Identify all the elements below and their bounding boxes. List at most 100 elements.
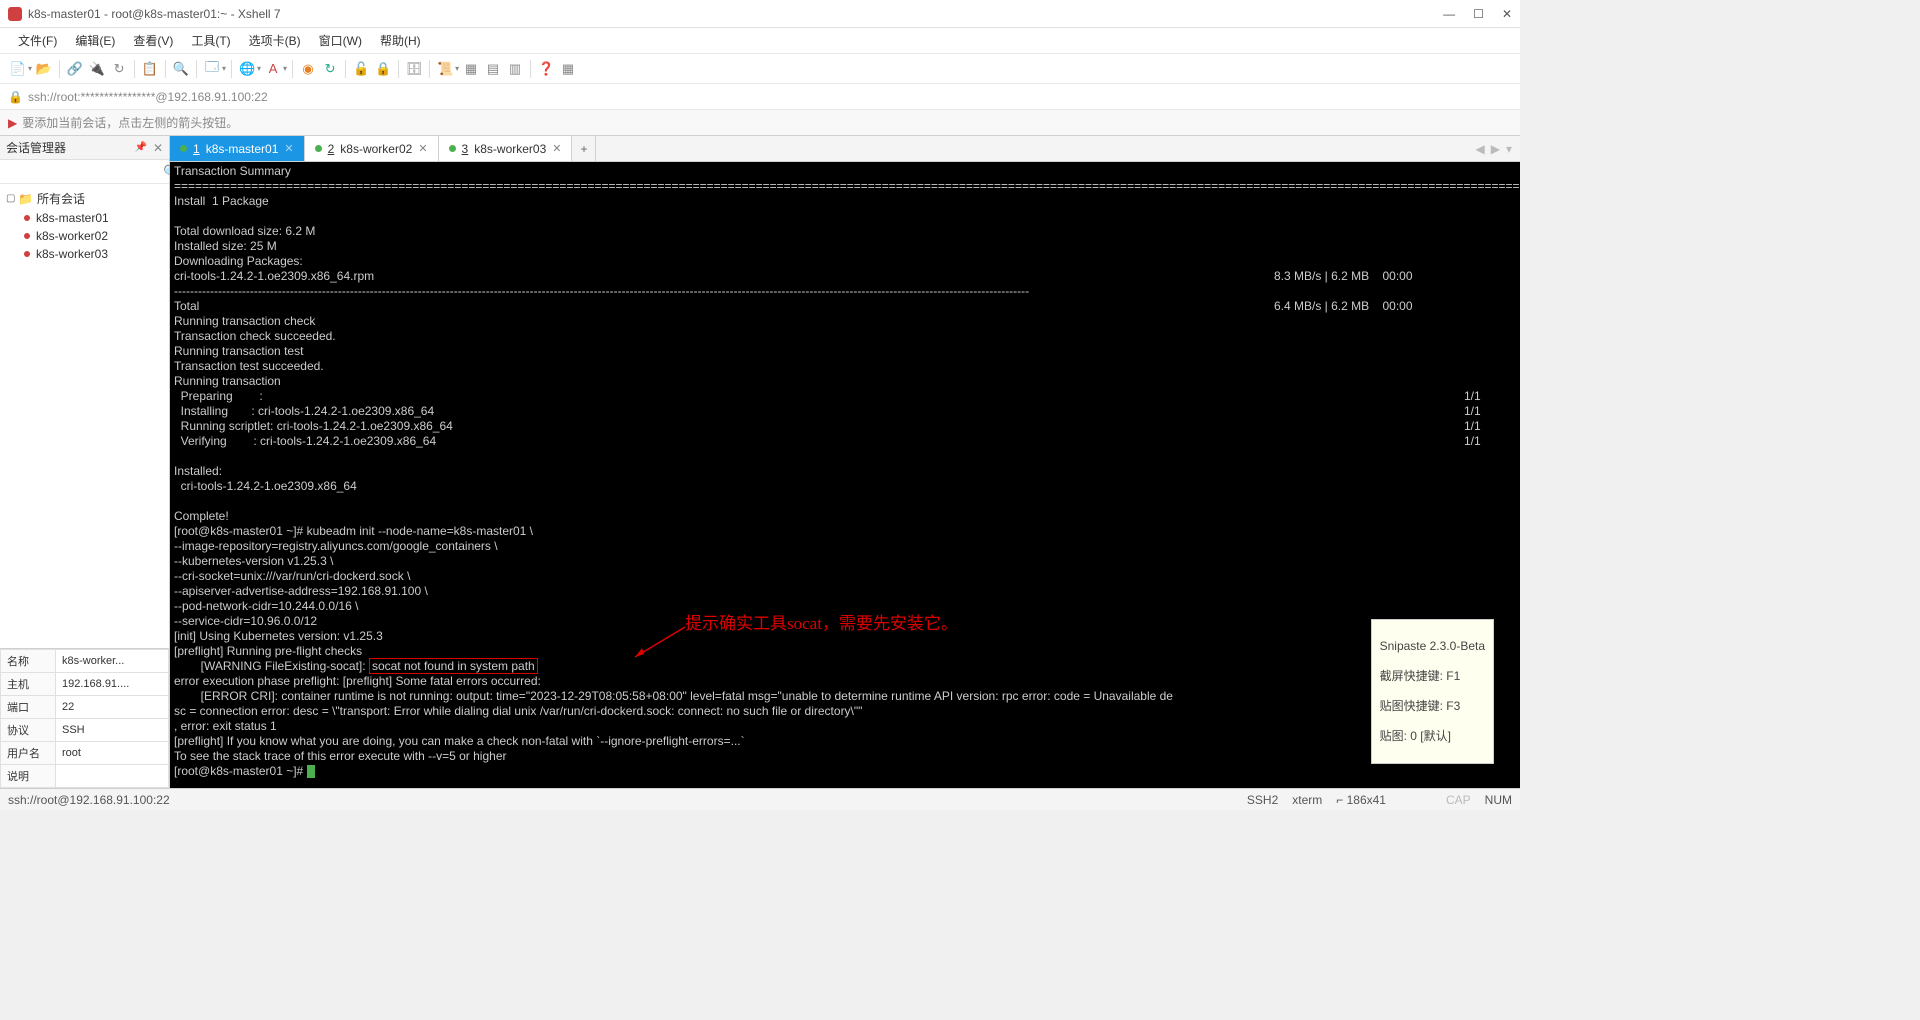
prop-row: 端口22	[1, 696, 169, 719]
refresh-icon[interactable]: ↻	[320, 59, 340, 79]
new-session-dd[interactable]: ▾	[28, 64, 32, 73]
menu-tabs[interactable]: 选项卡(B)	[241, 30, 309, 51]
term-line: cri-tools-1.24.2-1.oe2309.x86_64.rpm	[174, 269, 1274, 284]
hint-text: 要添加当前会话，点击左侧的箭头按钮。	[22, 114, 238, 131]
tab-worker03[interactable]: 3k8s-worker03✕	[439, 136, 573, 161]
server-icon[interactable]: 🗄	[404, 59, 424, 79]
globe-dd[interactable]: ▾	[257, 64, 261, 73]
font-icon[interactable]: A	[263, 59, 283, 79]
tab-label: k8s-worker02	[340, 142, 412, 156]
tab-num: 1	[193, 142, 200, 156]
cascade-icon[interactable]: ▦	[461, 59, 481, 79]
term-line: [ERROR CRI]: container runtime is not ru…	[174, 689, 1173, 703]
script-dd[interactable]: ▾	[455, 64, 459, 73]
term-line: 1/1	[1464, 419, 1481, 433]
term-line: [WARNING FileExisting-socat]:	[174, 659, 369, 673]
tile-v-icon[interactable]: ▥	[505, 59, 525, 79]
terminal[interactable]: Transaction Summary ====================…	[170, 162, 1520, 788]
new-session-icon[interactable]: 📄	[8, 59, 28, 79]
tooltip-line: Snipaste 2.3.0-Beta	[1380, 639, 1485, 654]
disconnect-icon[interactable]: 🔌	[87, 59, 107, 79]
term-line: Verifying : cri-tools-1.24.2-1.oe2309.x8…	[174, 434, 1464, 449]
menu-view[interactable]: 查看(V)	[125, 30, 181, 51]
annotation-arrow-icon	[630, 622, 690, 662]
menu-help[interactable]: 帮助(H)	[372, 30, 429, 51]
tab-add-button[interactable]: +	[572, 136, 596, 161]
maximize-button[interactable]: ☐	[1473, 7, 1484, 21]
status-num: NUM	[1485, 793, 1512, 807]
menubar: 文件(F) 编辑(E) 查看(V) 工具(T) 选项卡(B) 窗口(W) 帮助(…	[0, 28, 1520, 54]
lock-icon[interactable]: 🔒	[373, 59, 393, 79]
term-line: To see the stack trace of this error exe…	[174, 749, 506, 763]
term-line: --kubernetes-version v1.25.3 \	[174, 554, 333, 568]
tab-next-icon[interactable]: ▶	[1491, 142, 1500, 156]
tab-master01[interactable]: 1 k8s-master01 ✕	[170, 136, 305, 161]
session-dot-icon	[24, 233, 30, 239]
prop-val	[56, 765, 169, 788]
menu-tools[interactable]: 工具(T)	[183, 30, 238, 51]
status-dot-icon	[180, 145, 187, 152]
search-input[interactable]	[4, 163, 163, 181]
tab-close-icon[interactable]: ✕	[552, 142, 561, 155]
term-line: Transaction test succeeded.	[174, 359, 324, 373]
tile-h-icon[interactable]: ▤	[483, 59, 503, 79]
term-line: [root@k8s-master01 ~]# kubeadm init --no…	[174, 524, 533, 538]
term-line: Running transaction test	[174, 344, 303, 358]
term-line: Total	[174, 299, 1274, 314]
tab-close-icon[interactable]: ✕	[284, 142, 293, 155]
menu-window[interactable]: 窗口(W)	[311, 30, 370, 51]
menu-file[interactable]: 文件(F)	[10, 30, 65, 51]
term-line: Complete!	[174, 509, 229, 523]
tab-prev-icon[interactable]: ◀	[1476, 142, 1485, 156]
properties-dd[interactable]: ▾	[222, 64, 226, 73]
pin-icon[interactable]: 📌	[134, 142, 146, 153]
globe-icon[interactable]: 🌐	[237, 59, 257, 79]
connect-icon[interactable]: 🔗	[65, 59, 85, 79]
reconnect-icon[interactable]: ↻	[109, 59, 129, 79]
tab-close-icon[interactable]: ✕	[418, 142, 427, 155]
term-line: 1/1	[1464, 389, 1481, 403]
prop-key: 端口	[1, 696, 56, 719]
prop-val: 192.168.91....	[56, 673, 169, 696]
script-icon[interactable]: 📜	[435, 59, 455, 79]
session-label: k8s-worker03	[36, 247, 108, 261]
prop-row: 协议SSH	[1, 719, 169, 742]
properties-icon[interactable]: 🗔	[202, 59, 222, 79]
prop-val: SSH	[56, 719, 169, 742]
addressbar[interactable]: 🔒 ssh://root:****************@192.168.91…	[0, 84, 1520, 110]
close-button[interactable]: ✕	[1502, 7, 1512, 21]
term-line: [init] Using Kubernetes version: v1.25.3	[174, 629, 383, 643]
term-line: --pod-network-cidr=10.244.0.0/16 \	[174, 599, 358, 613]
sidebar-title: 会话管理器	[6, 139, 134, 156]
term-line: Transaction check succeeded.	[174, 329, 336, 343]
status-protocol: SSH2	[1247, 793, 1278, 807]
open-icon[interactable]: 📂	[34, 59, 54, 79]
tab-label: k8s-master01	[206, 142, 279, 156]
app-icon	[8, 7, 22, 21]
session-item-master01[interactable]: k8s-master01	[0, 209, 169, 227]
tab-worker02[interactable]: 2k8s-worker02✕	[305, 136, 439, 161]
session-item-worker02[interactable]: k8s-worker02	[0, 227, 169, 245]
menu-edit[interactable]: 编辑(E)	[67, 30, 123, 51]
tree-root[interactable]: ▢ 📁 所有会话	[0, 188, 169, 209]
minimize-button[interactable]: —	[1443, 7, 1455, 21]
help-icon[interactable]: ❓	[536, 59, 556, 79]
xftp-icon[interactable]: ◉	[298, 59, 318, 79]
collapse-icon[interactable]: ▢	[6, 193, 18, 204]
tab-num: 3	[462, 142, 469, 156]
session-tree: ▢ 📁 所有会话 k8s-master01 k8s-worker02 k8s-w…	[0, 184, 169, 648]
sidebar-close-icon[interactable]: ✕	[153, 141, 163, 155]
lock-open-icon[interactable]: 🔓	[351, 59, 371, 79]
about-icon[interactable]: ▦	[558, 59, 578, 79]
copy-icon[interactable]: 📋	[140, 59, 160, 79]
term-line: Installed size: 25 M	[174, 239, 277, 253]
search-icon[interactable]: 🔍	[171, 59, 191, 79]
font-dd[interactable]: ▾	[283, 64, 287, 73]
status-term: xterm	[1292, 793, 1322, 807]
window-title: k8s-master01 - root@k8s-master01:~ - Xsh…	[28, 7, 1443, 21]
tab-list-icon[interactable]: ▾	[1506, 142, 1512, 156]
tooltip-line: 截屏快捷键: F1	[1380, 669, 1485, 684]
session-item-worker03[interactable]: k8s-worker03	[0, 245, 169, 263]
term-line: , error: exit status 1	[174, 719, 277, 733]
status-size: ⌐ 186x41	[1336, 793, 1386, 807]
